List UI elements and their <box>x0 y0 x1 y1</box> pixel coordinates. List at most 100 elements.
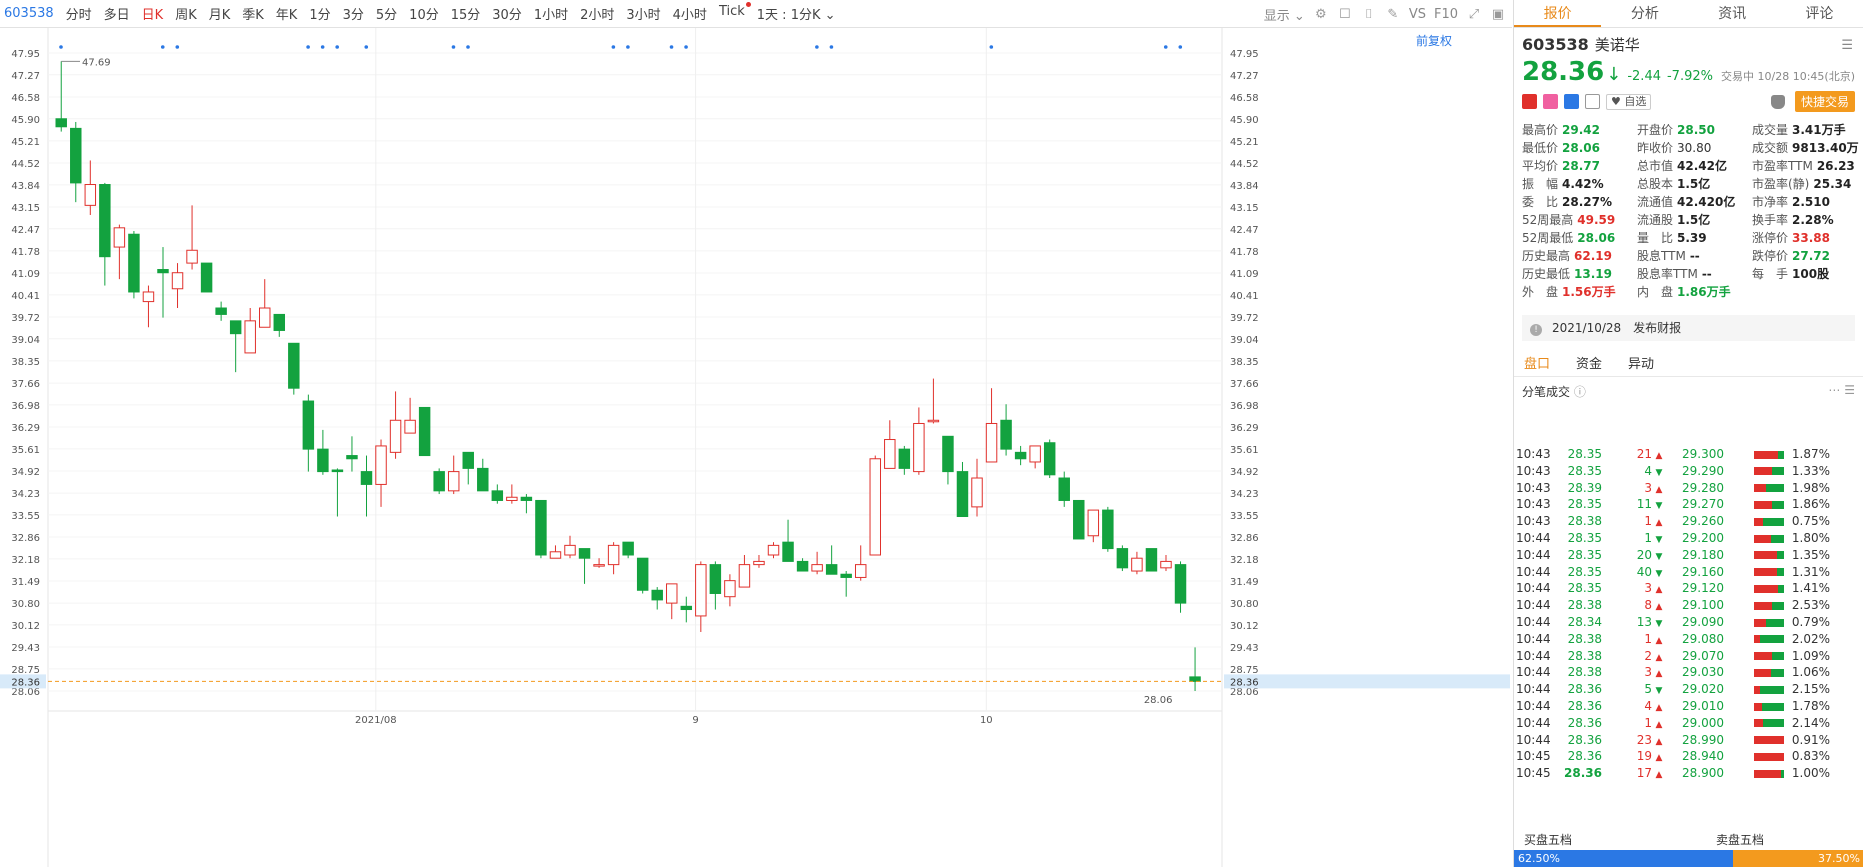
stat-item: 流通股 1.5亿 <box>1637 213 1711 227</box>
sell5-label: 卖盘五档 <box>1715 833 1764 847</box>
candle-body <box>99 184 111 258</box>
price-level-row: 29.010 1.78% <box>1682 699 1830 713</box>
event-marker <box>335 45 339 49</box>
stat-item: 52周最低 28.06 <box>1522 231 1616 245</box>
more-icon[interactable]: ⋯ ☰ <box>1828 383 1855 400</box>
period-1[interactable]: 多日 <box>98 4 136 23</box>
menu-icon[interactable]: ☰ <box>1841 38 1853 53</box>
quick-trade-button[interactable]: 快捷交易 <box>1794 91 1855 112</box>
event-marker <box>611 45 616 49</box>
current-price-tag-right <box>1224 674 1510 689</box>
y-tick-right: 34.92 <box>1230 467 1259 478</box>
chart-canvas[interactable]: 47.95 47.95 47.27 47.27 46.58 46.58 45.90 45.90… <box>0 28 1512 867</box>
period-toolbar: 603538 分时 多日 日K 周K 月K 季K 年K 1分 3分 5分 10分 15分 30分 1小时 2… <box>0 0 1512 28</box>
period-16[interactable]: 4小时 <box>667 4 713 23</box>
period-7[interactable]: 1分 <box>303 4 336 23</box>
x-tick-label: 9 <box>692 715 698 726</box>
stat-item: 股息率TTM -- <box>1637 267 1712 281</box>
y-tick-right: 47.95 <box>1230 49 1259 60</box>
candle-body <box>520 496 533 501</box>
event-marker <box>669 45 674 49</box>
y-tick-right: 37.66 <box>1230 379 1259 390</box>
event-marker <box>59 45 63 49</box>
add-favorite-button[interactable]: ♥ 自选 <box>1606 93 1652 110</box>
stat-item: 每 手 100股 <box>1752 267 1830 281</box>
trade-row: 10:44 28.36 1 ▲ <box>1516 715 1663 730</box>
info-icon: ⓘ <box>1573 385 1586 399</box>
period-2[interactable]: 日K <box>136 4 170 23</box>
candle-body <box>389 419 402 453</box>
candle-body <box>506 496 518 501</box>
tab-2[interactable]: 资讯 <box>1689 0 1776 27</box>
depth-tab-2[interactable]: 异动 <box>1628 353 1654 376</box>
settings-icon[interactable]: ⚙ <box>1313 6 1329 22</box>
stat-item: 换手率 2.28% <box>1752 213 1834 227</box>
period-17[interactable]: Tick <box>713 2 751 23</box>
fullscreen-icon[interactable]: ⤢ <box>1466 6 1482 22</box>
period-3[interactable]: 周K <box>169 4 203 23</box>
price-level-row: 29.070 1.09% <box>1682 648 1830 663</box>
period-0[interactable]: 分时 <box>60 4 98 23</box>
tab-1[interactable]: 分析 <box>1601 0 1688 27</box>
period-8[interactable]: 3分 <box>337 4 370 23</box>
y-tick-right: 41.09 <box>1230 269 1259 280</box>
candle-body <box>288 342 300 389</box>
y-tick-right: 28.75 <box>1230 665 1259 676</box>
tab-0[interactable]: 报价 <box>1514 0 1602 27</box>
depth-tab-0[interactable]: 盘口 <box>1524 353 1550 376</box>
candle-body <box>360 471 373 485</box>
trade-row: 10:44 28.36 4 ▲ <box>1516 699 1663 713</box>
period-13[interactable]: 1小时 <box>528 4 574 23</box>
period-4[interactable]: 月K <box>203 4 237 23</box>
stock-name: 美诺华 <box>1594 36 1640 54</box>
candle-body <box>1160 560 1172 569</box>
quote-tabs: 报价 分析 资讯 评论 <box>1514 0 1863 28</box>
price-change-pct: -7.92% <box>1666 69 1713 84</box>
candle-body <box>854 564 867 578</box>
adjust-restore-button[interactable]: 前复权 <box>1416 32 1452 49</box>
period-9[interactable]: 5分 <box>370 4 403 23</box>
camera-icon[interactable]: ⌷ <box>1361 6 1377 22</box>
hk-connect-icon <box>1564 94 1579 109</box>
period-14[interactable]: 2小时 <box>574 4 620 23</box>
price-level-row: 29.120 1.41% <box>1682 581 1830 596</box>
note-icon[interactable] <box>1585 94 1600 109</box>
stock-header: 603538 美诺华 ☰ <box>1514 28 1863 55</box>
candlestick-chart[interactable]: 47.95 47.95 47.27 47.27 46.58 46.58 45.90 45.90… <box>0 28 1512 867</box>
depth-tab-1[interactable]: 资金 <box>1576 353 1602 376</box>
pen-icon[interactable]: ✎ <box>1385 6 1401 22</box>
event-marker <box>306 45 310 49</box>
display-dropdown[interactable]: 显示 ⌄ <box>1264 5 1305 24</box>
y-tick-right: 40.41 <box>1230 291 1259 302</box>
period-6[interactable]: 年K <box>270 4 304 23</box>
period-10[interactable]: 10分 <box>403 4 445 23</box>
candle-body <box>898 448 911 469</box>
stat-item: 股息TTM -- <box>1637 249 1700 263</box>
candle-body <box>825 564 838 575</box>
y-tick-left: 41.78 <box>11 247 40 258</box>
vs-button[interactable]: VS <box>1409 7 1426 22</box>
candle-body <box>273 313 286 331</box>
event-marker <box>1163 45 1168 49</box>
candle-body <box>84 184 97 206</box>
stock-code[interactable]: 603538 <box>0 6 60 21</box>
bell-icon[interactable] <box>1770 94 1785 109</box>
period-15[interactable]: 3小时 <box>620 4 666 23</box>
trade-row: 10:44 28.35 3 ▲ <box>1516 581 1663 596</box>
rectangle-icon[interactable]: ☐ <box>1337 6 1353 22</box>
event-marker <box>466 45 470 49</box>
period-11[interactable]: 15分 <box>445 4 487 23</box>
period-5[interactable]: 季K <box>236 4 270 23</box>
layout-icon[interactable]: ▣ <box>1490 6 1506 22</box>
candle-body <box>1145 548 1158 572</box>
period-list: 分时 多日 日K 周K 月K 季K 年K 1分 3分 5分 10分 15分 30分 1小时 2小时 3小时 4小… <box>60 2 751 23</box>
tab-3[interactable]: 评论 <box>1776 0 1863 27</box>
candle-body <box>215 307 227 315</box>
period-12[interactable]: 30分 <box>486 4 528 23</box>
interval-select[interactable]: 1天 : 1分K ⌄ <box>751 4 842 23</box>
announcement[interactable]: ! 2021/10/28 发布财报 <box>1522 315 1855 341</box>
f10-button[interactable]: F10 <box>1434 7 1458 22</box>
price-level-row: 29.000 2.14% <box>1682 715 1830 730</box>
price-level-row: 29.260 0.75% <box>1682 514 1830 529</box>
candle-body <box>549 551 562 559</box>
